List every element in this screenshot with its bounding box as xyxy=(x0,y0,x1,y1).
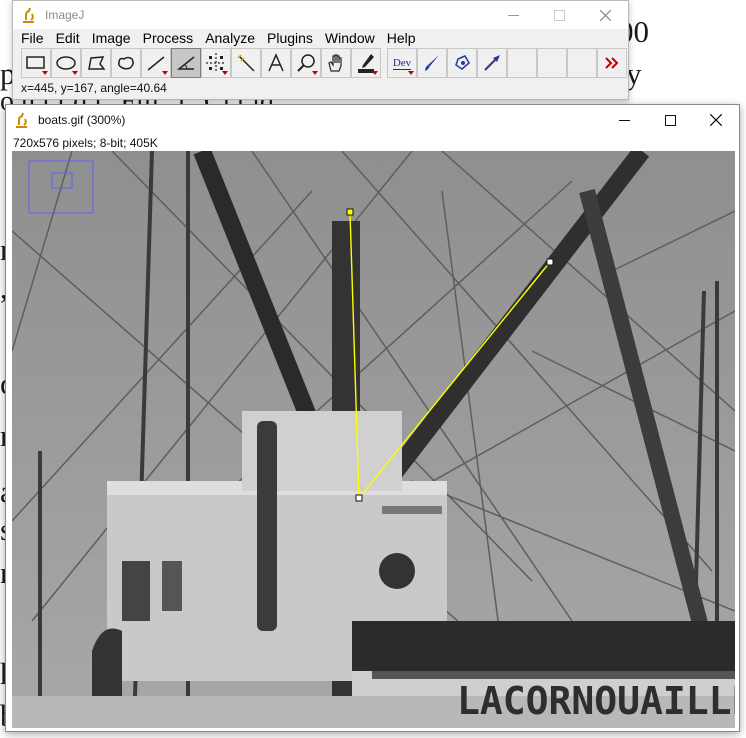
menu-help[interactable]: Help xyxy=(381,29,422,47)
rectangle-tool[interactable] xyxy=(21,48,51,78)
image-canvas[interactable]: LACORNOUAILLE xyxy=(12,151,735,728)
text-icon xyxy=(268,53,284,72)
boats-image: LACORNOUAILLE xyxy=(12,151,735,728)
flood-fill-tool[interactable] xyxy=(447,48,477,78)
menu-analyze[interactable]: Analyze xyxy=(199,29,261,47)
close-button[interactable] xyxy=(693,105,739,135)
imagej-microscope-icon xyxy=(21,6,37,24)
hand-tool[interactable] xyxy=(321,48,351,78)
menu-bar: File Edit Image Process Analyze Plugins … xyxy=(13,29,628,47)
minimize-button[interactable] xyxy=(601,105,647,135)
freehand-icon xyxy=(118,56,134,70)
brush-icon xyxy=(425,55,439,71)
imagej-microscope-icon xyxy=(14,111,30,129)
line-tool[interactable] xyxy=(141,48,171,78)
dev-icon: Dev xyxy=(392,56,412,70)
oval-icon xyxy=(56,56,76,70)
maximize-icon xyxy=(664,114,676,126)
point-tool[interactable] xyxy=(201,48,231,78)
polygon-tool[interactable] xyxy=(81,48,111,78)
polygon-icon xyxy=(88,56,106,70)
close-icon xyxy=(599,9,611,21)
angle-handle-end xyxy=(546,258,554,266)
menu-file[interactable]: File xyxy=(15,29,50,47)
empty-slot-1 xyxy=(507,48,537,78)
boat-name-text: LACORNOUAILLE xyxy=(457,679,735,723)
menu-image[interactable]: Image xyxy=(86,29,137,47)
image-titlebar[interactable]: boats.gif (300%) xyxy=(6,105,739,135)
double-chevron-icon xyxy=(605,57,619,69)
dev-tool[interactable]: Dev xyxy=(387,48,417,78)
empty-slot-2 xyxy=(537,48,567,78)
tool-bar: Dev xyxy=(13,47,628,79)
main-titlebar[interactable]: ImageJ xyxy=(13,1,628,29)
wand-tool[interactable] xyxy=(231,48,261,78)
minimize-button[interactable] xyxy=(490,1,536,29)
fill-icon xyxy=(455,55,470,70)
window-title: ImageJ xyxy=(45,8,85,22)
imagej-main-window: ImageJ File Edit Image Process Analyze P… xyxy=(12,0,629,100)
freehand-tool[interactable] xyxy=(111,48,141,78)
angle-icon xyxy=(176,56,195,70)
angle-handle-vertex xyxy=(355,494,363,502)
close-icon xyxy=(710,114,722,126)
image-window-title: boats.gif (300%) xyxy=(38,113,126,127)
angle-handle-start xyxy=(346,208,354,216)
color-picker-tool[interactable] xyxy=(351,48,381,78)
oval-tool[interactable] xyxy=(51,48,81,78)
more-tools[interactable] xyxy=(597,48,627,78)
magnifier-icon xyxy=(297,54,315,72)
minimize-icon xyxy=(507,14,519,16)
minimize-icon xyxy=(618,119,630,121)
hand-icon xyxy=(328,54,342,72)
menu-edit[interactable]: Edit xyxy=(50,29,86,47)
rectangle-icon xyxy=(26,56,45,69)
brush-tool[interactable] xyxy=(417,48,447,78)
angle-tool[interactable] xyxy=(171,48,201,78)
text-tool[interactable] xyxy=(261,48,291,78)
wand-icon xyxy=(237,54,255,72)
menu-process[interactable]: Process xyxy=(137,29,200,47)
magnifier-tool[interactable] xyxy=(291,48,321,78)
arrow-tool[interactable] xyxy=(477,48,507,78)
image-window: boats.gif (300%) 720x576 pixels; 8-bit; … xyxy=(5,104,740,732)
maximize-icon xyxy=(553,9,565,21)
arrow-icon xyxy=(484,55,500,71)
maximize-button[interactable] xyxy=(536,1,582,29)
close-button[interactable] xyxy=(582,1,628,29)
line-icon xyxy=(147,56,165,71)
empty-slot-3 xyxy=(567,48,597,78)
menu-window[interactable]: Window xyxy=(319,29,381,47)
status-bar: x=445, y=167, angle=40.64 xyxy=(13,79,628,97)
menu-plugins[interactable]: Plugins xyxy=(261,29,319,47)
image-info-bar: 720x576 pixels; 8-bit; 405K xyxy=(13,136,158,150)
maximize-button[interactable] xyxy=(647,105,693,135)
